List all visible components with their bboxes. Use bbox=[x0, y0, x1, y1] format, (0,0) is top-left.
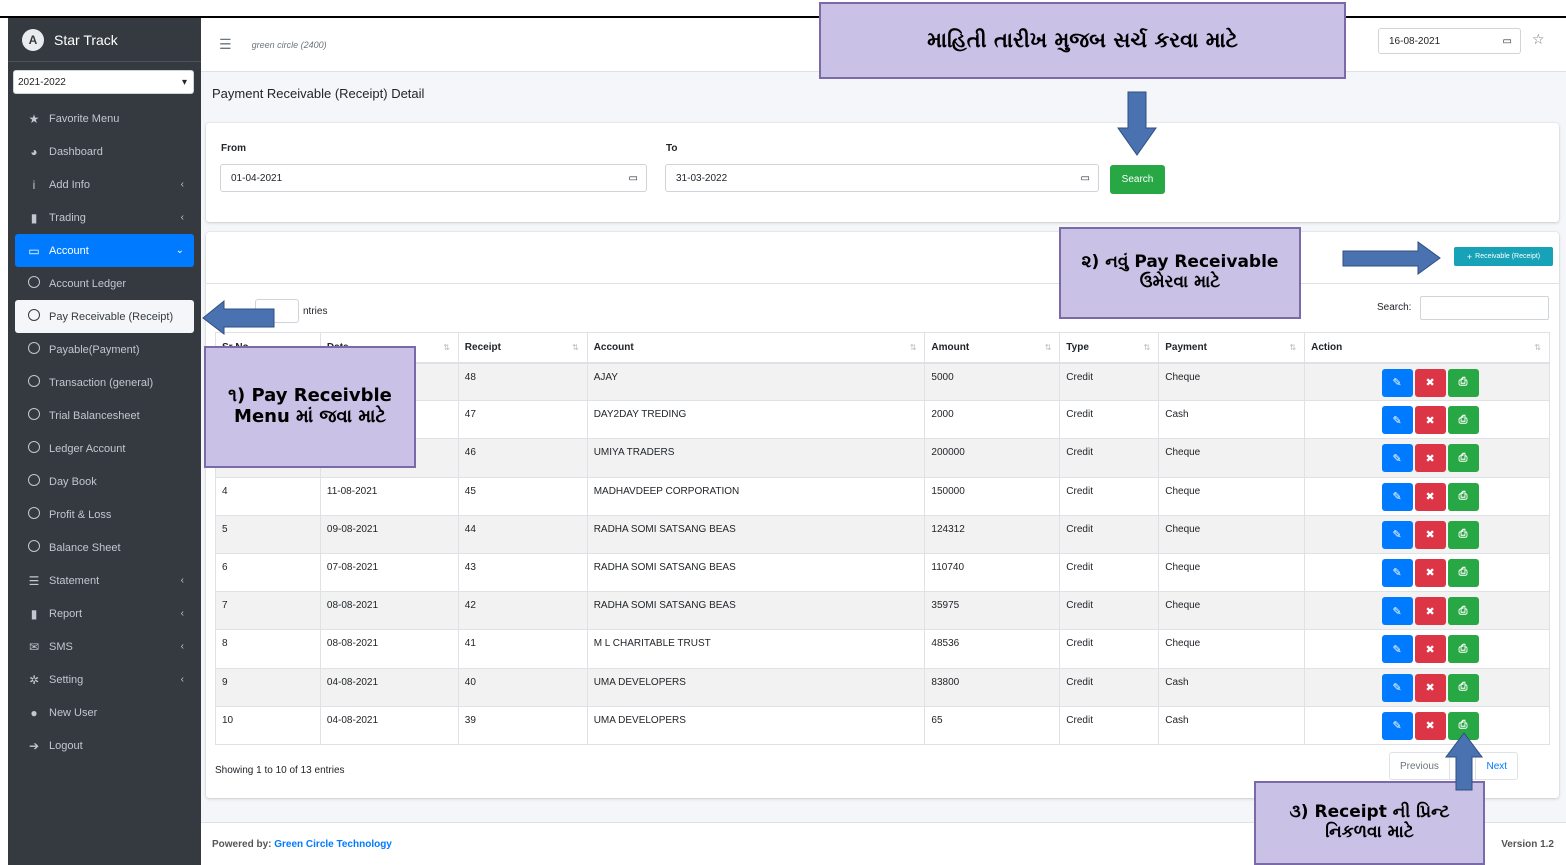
arrow-right-add bbox=[1342, 241, 1441, 275]
arrow-left-menu bbox=[202, 299, 275, 336]
arrow-down-search bbox=[1117, 91, 1157, 156]
arrow-up-print bbox=[1445, 732, 1483, 791]
annotation-arrows bbox=[202, 91, 1483, 791]
